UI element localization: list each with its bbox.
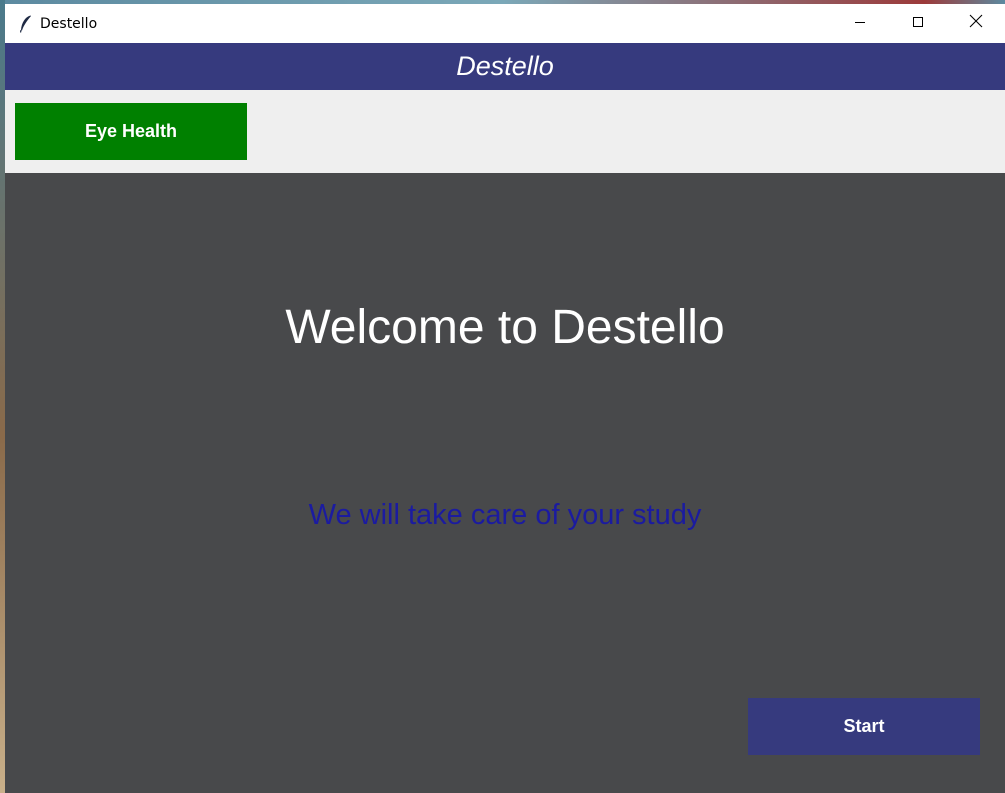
- maximize-icon: [912, 15, 924, 33]
- tagline-text: We will take care of your study: [308, 499, 702, 531]
- minimize-button[interactable]: [831, 4, 889, 43]
- app-header-title: Destello: [456, 51, 554, 81]
- window-titlebar[interactable]: Destello: [5, 4, 1005, 43]
- close-icon: [969, 14, 983, 33]
- start-button[interactable]: Start: [748, 698, 980, 755]
- app-header: Destello: [5, 43, 1005, 90]
- main-panel: Welcome to Destello We will take care of…: [5, 173, 1005, 793]
- maximize-button[interactable]: [889, 4, 947, 43]
- close-button[interactable]: [947, 4, 1005, 43]
- welcome-heading: Welcome to Destello: [285, 301, 725, 354]
- eye-health-button[interactable]: Eye Health: [15, 103, 247, 160]
- minimize-icon: [854, 15, 866, 33]
- window-title: Destello: [40, 15, 98, 32]
- feather-icon: [18, 15, 34, 33]
- window-controls: [831, 4, 1005, 43]
- toolbar: Eye Health: [5, 90, 1005, 173]
- app-window: Destello Destello Eye Health Welcome to …: [5, 4, 1005, 793]
